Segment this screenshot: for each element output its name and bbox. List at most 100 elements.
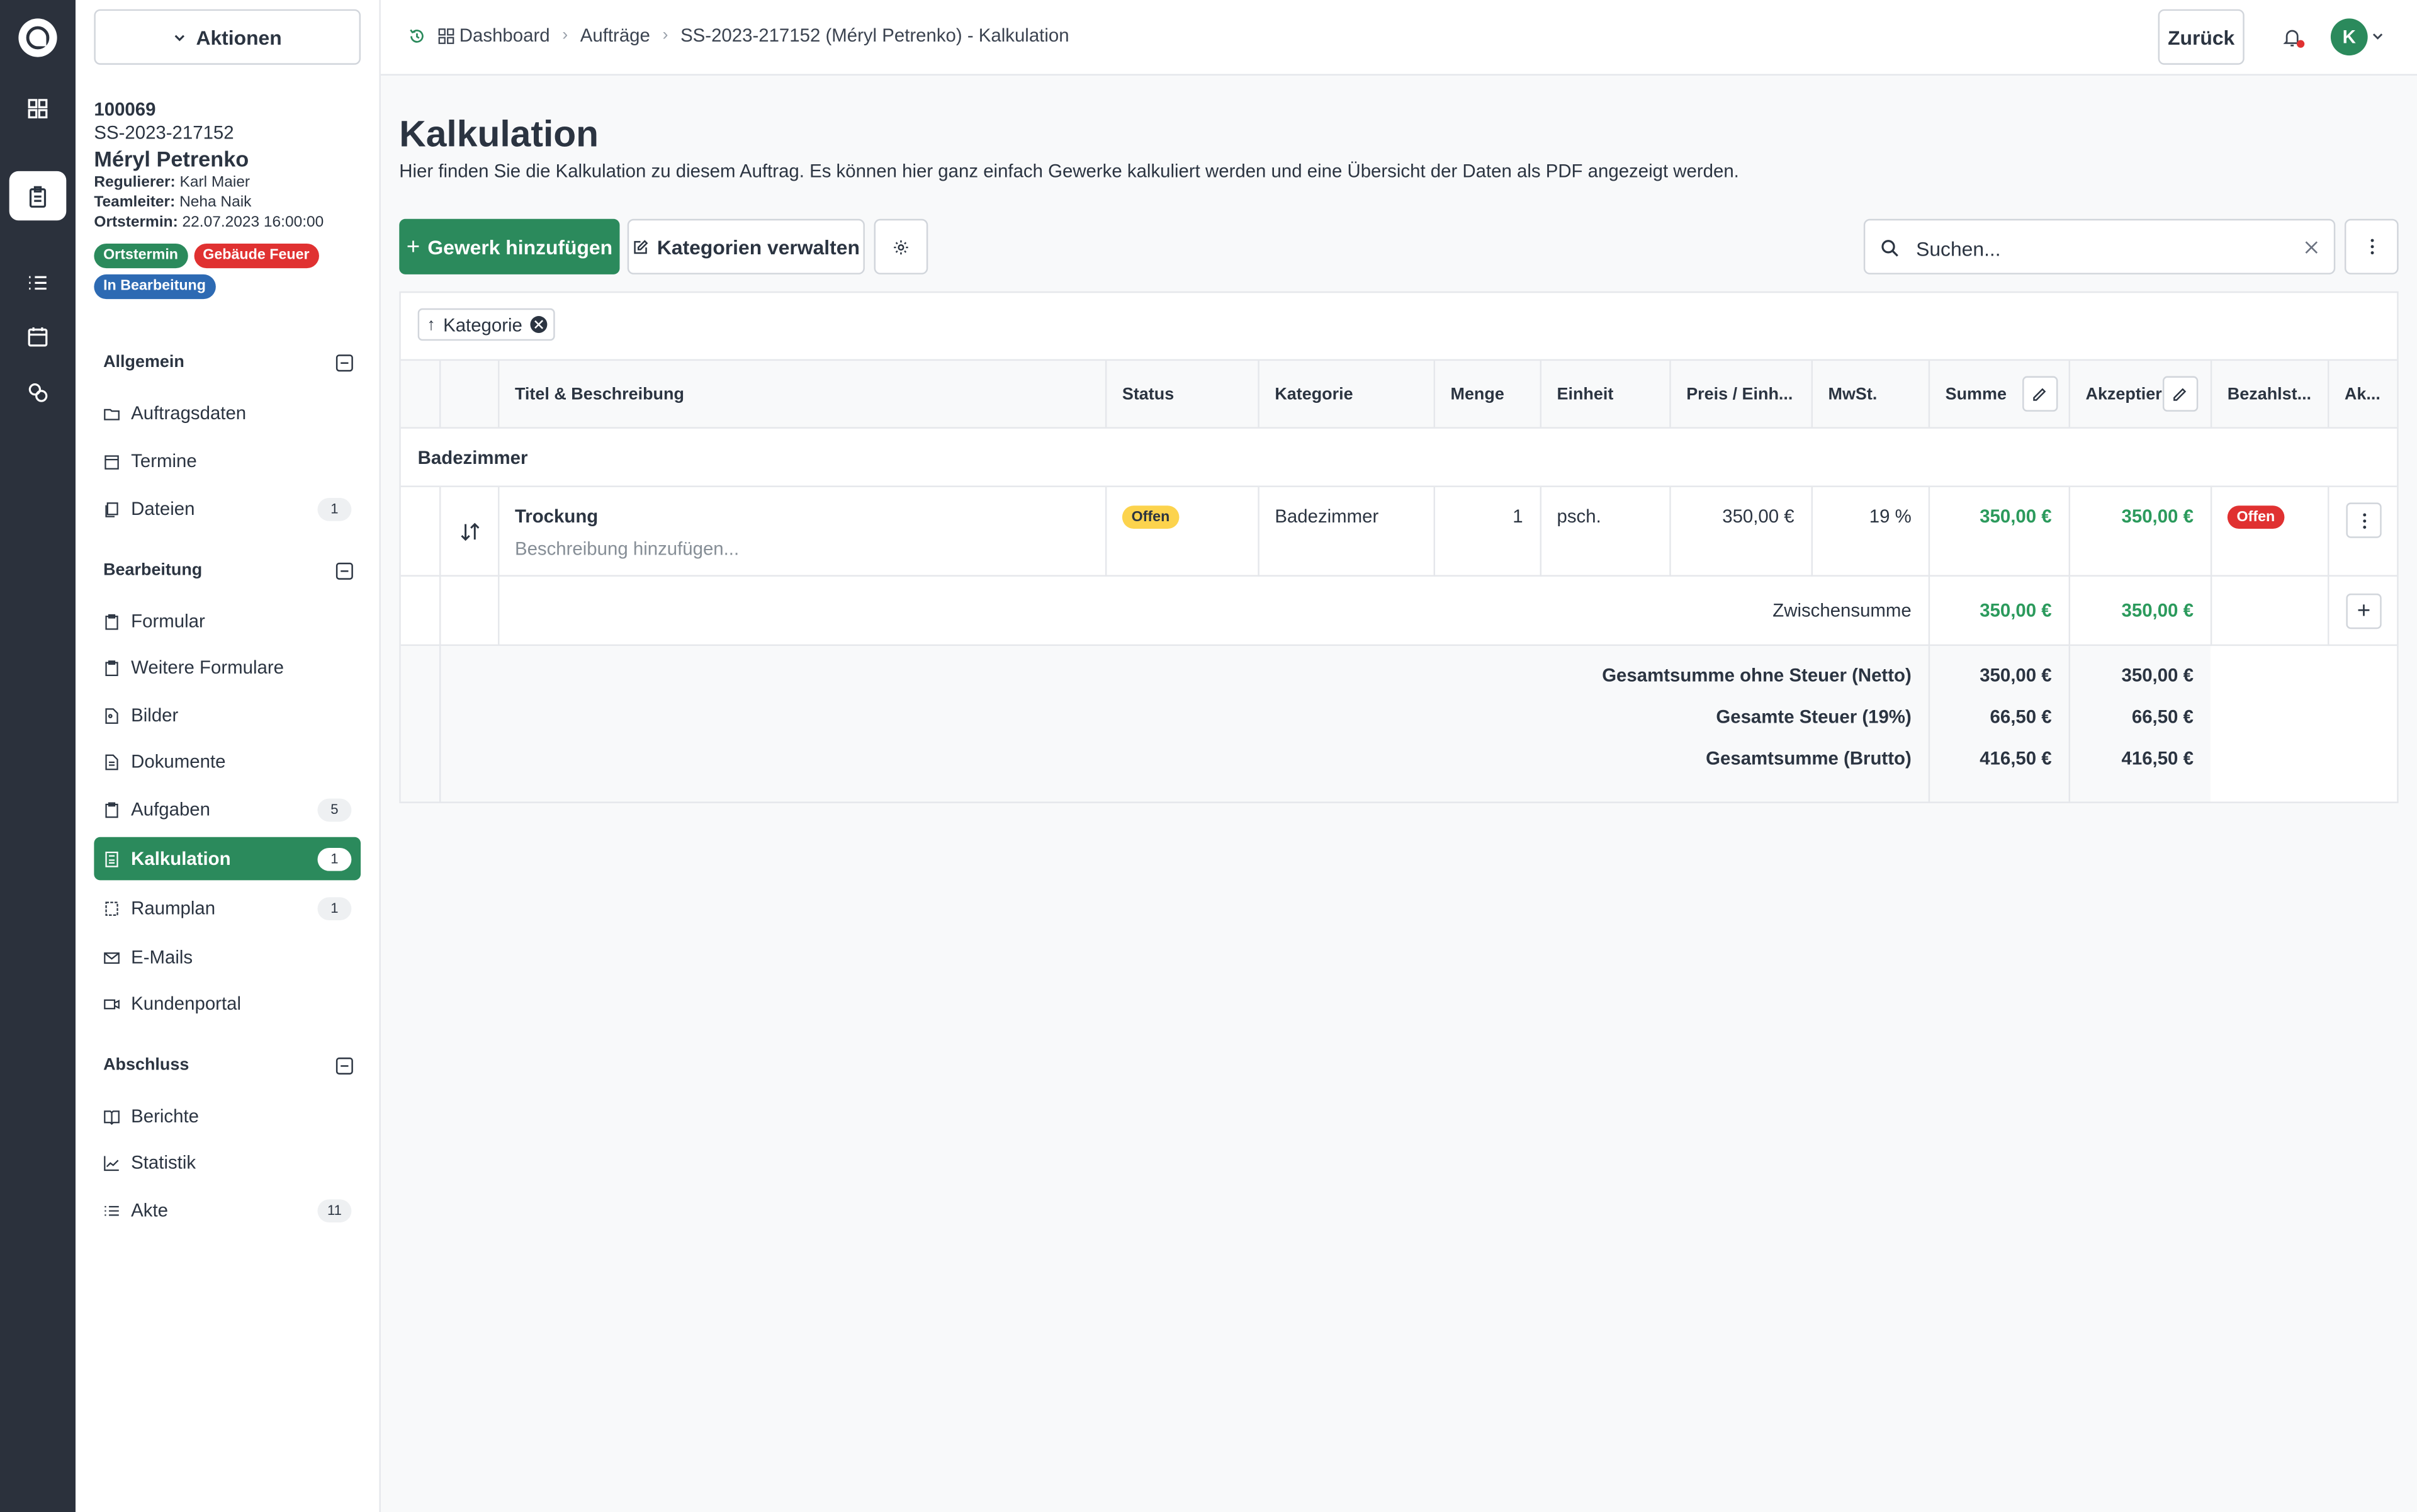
edit-icon <box>634 239 649 254</box>
book-icon <box>104 1109 120 1124</box>
more-options-button[interactable] <box>2344 218 2399 274</box>
dashboard-icon[interactable] <box>9 83 67 132</box>
section-bearbeitung[interactable]: Bearbeitung <box>103 561 353 580</box>
quantity-cell[interactable]: 1 <box>1433 487 1540 577</box>
actions-button[interactable]: Aktionen <box>94 9 361 65</box>
sidebar-item-weitere-formulare[interactable]: Weitere Formulare <box>94 646 361 689</box>
collapse-icon[interactable] <box>335 354 353 371</box>
category-cell[interactable]: Badezimmer <box>1258 487 1433 577</box>
vat-cell[interactable]: 19 % <box>1811 487 1929 577</box>
totals-block: Gesamtsumme ohne Steuer (Netto) 350,00 €… <box>400 646 2397 802</box>
sort-chip[interactable]: ↑ Kategorie <box>417 308 555 341</box>
link-icon[interactable] <box>9 367 67 416</box>
search-input[interactable] <box>1916 234 2286 262</box>
sidebar-item-formular[interactable]: Formular <box>94 600 361 643</box>
table-row[interactable]: Trockung Beschreibung hinzufügen... Offe… <box>400 487 2397 577</box>
settings-button[interactable] <box>874 218 928 274</box>
job-ss-number: SS-2023-217152 <box>94 121 234 144</box>
sidebar-item-aufgaben[interactable]: Aufgaben 5 <box>94 787 361 831</box>
group-header[interactable]: Badezimmer <box>400 429 2397 487</box>
description-placeholder[interactable]: Beschreibung hinzufügen... <box>515 538 1105 560</box>
files-icon <box>105 501 118 517</box>
sidebar-item-dateien[interactable]: Dateien 1 <box>94 487 361 531</box>
status-badge: Gebäude Feuer <box>193 243 319 269</box>
notification-bell-icon[interactable] <box>2282 26 2305 48</box>
sidebar-item-raumplan[interactable]: Raumplan 1 <box>94 886 361 930</box>
column-vat[interactable]: MwSt. <box>1811 361 1929 427</box>
section-allgemein[interactable]: Allgemein <box>103 353 353 371</box>
sidebar-item-akte[interactable]: Akte 11 <box>94 1188 361 1232</box>
history-icon[interactable] <box>408 27 425 44</box>
sidebar-item-bilder[interactable]: Bilder <box>94 694 361 737</box>
unit-price-cell[interactable]: 350,00 € <box>1669 487 1811 577</box>
edit-accepted-button[interactable] <box>2161 376 2198 412</box>
column-unit[interactable]: Einheit <box>1540 361 1670 427</box>
status-cell[interactable]: Offen <box>1105 487 1258 577</box>
subtotal-label: Zwischensumme <box>498 576 1929 646</box>
clipboard-icon[interactable] <box>9 171 67 221</box>
clipboard-icon <box>105 801 118 818</box>
sidebar-item-statistik[interactable]: Statistik <box>94 1141 361 1184</box>
breadcrumb: Dashboard › Aufträge › SS-2023-217152 (M… <box>408 25 1069 46</box>
column-actions[interactable]: Ak... <box>2327 361 2397 427</box>
column-accepted[interactable]: Akzeptier <box>2068 361 2211 427</box>
count-badge: 11 <box>317 1199 352 1222</box>
sidebar-item-e-mails[interactable]: E-Mails <box>94 936 361 979</box>
add-trade-button[interactable]: + Gewerk hinzufügen <box>399 218 620 274</box>
pencil-icon <box>2033 387 2046 400</box>
row-menu-button[interactable] <box>2346 502 2382 538</box>
avatar[interactable]: K <box>2330 18 2368 56</box>
column-paid-status[interactable]: Bezahlst... <box>2210 361 2328 427</box>
app-logo-icon[interactable] <box>18 18 57 57</box>
column-sum[interactable]: Summe <box>1928 361 2069 427</box>
edit-sum-button[interactable] <box>2022 376 2058 412</box>
actions-cell <box>2327 487 2397 577</box>
status-badge: In Bearbeitung <box>94 274 215 300</box>
kebab-menu-icon <box>2362 512 2365 528</box>
sidebar-item-termine[interactable]: Termine <box>94 439 361 483</box>
task-list-icon[interactable] <box>9 257 67 307</box>
clear-icon[interactable] <box>2304 240 2318 254</box>
sidebar-item-berichte[interactable]: Berichte <box>94 1095 361 1138</box>
search-field[interactable] <box>1863 218 2336 274</box>
row-drag-cell[interactable] <box>439 487 498 577</box>
column-status[interactable]: Status <box>1105 361 1258 427</box>
sidebar-item-dokumente[interactable]: Dokumente <box>94 740 361 784</box>
breadcrumb-dashboard[interactable]: Dashboard <box>438 25 550 46</box>
search-icon <box>1881 240 1898 257</box>
sort-arrows-icon[interactable] <box>459 521 480 543</box>
total-tax-label: Gesamte Steuer (19%) <box>1716 706 1912 728</box>
paid-status-cell[interactable]: Offen <box>2210 487 2328 577</box>
paid-status-badge[interactable]: Offen <box>2227 505 2284 529</box>
total-tax-accepted: 66,50 € <box>2131 706 2194 728</box>
status-badge: Ortstermin <box>94 243 188 269</box>
accepted-cell[interactable]: 350,00 € <box>2068 487 2211 577</box>
add-row-button[interactable]: + <box>2346 593 2382 629</box>
column-quantity[interactable]: Menge <box>1433 361 1540 427</box>
total-brutto-sum: 416,50 € <box>1980 747 2052 770</box>
remove-sort-icon[interactable] <box>530 316 548 333</box>
teamleiter-line: Teamleiter: Neha Naik <box>94 194 252 212</box>
title-cell[interactable]: Trockung Beschreibung hinzufügen... <box>498 487 1105 577</box>
sidebar-item-kundenportal[interactable]: Kundenportal <box>94 982 361 1025</box>
breadcrumb-auftraege[interactable]: Aufträge <box>580 25 650 46</box>
status-badge[interactable]: Offen <box>1122 505 1180 529</box>
collapse-icon[interactable] <box>335 561 353 579</box>
unit-cell[interactable]: psch. <box>1540 487 1670 577</box>
manage-categories-button[interactable]: Kategorien verwalten <box>627 218 865 274</box>
collapse-icon[interactable] <box>335 1056 353 1074</box>
count-badge: 1 <box>317 497 352 521</box>
folder-icon <box>104 408 120 420</box>
column-unit-price[interactable]: Preis / Einh... <box>1669 361 1811 427</box>
column-category[interactable]: Kategorie <box>1258 361 1433 427</box>
sidebar-item-kalkulation[interactable]: Kalkulation 1 <box>94 837 361 881</box>
sidebar-item-auftragsdaten[interactable]: Auftragsdaten <box>94 392 361 435</box>
row-title[interactable]: Trockung <box>515 505 1105 527</box>
chevron-down-icon[interactable] <box>2371 30 2385 43</box>
back-button[interactable]: Zurück <box>2158 9 2245 65</box>
clipboard-icon <box>105 613 118 629</box>
column-title[interactable]: Titel & Beschreibung <box>498 361 1105 427</box>
calendar-icon[interactable] <box>9 312 67 361</box>
section-abschluss[interactable]: Abschluss <box>103 1056 353 1075</box>
totals-left-shade <box>400 646 439 802</box>
